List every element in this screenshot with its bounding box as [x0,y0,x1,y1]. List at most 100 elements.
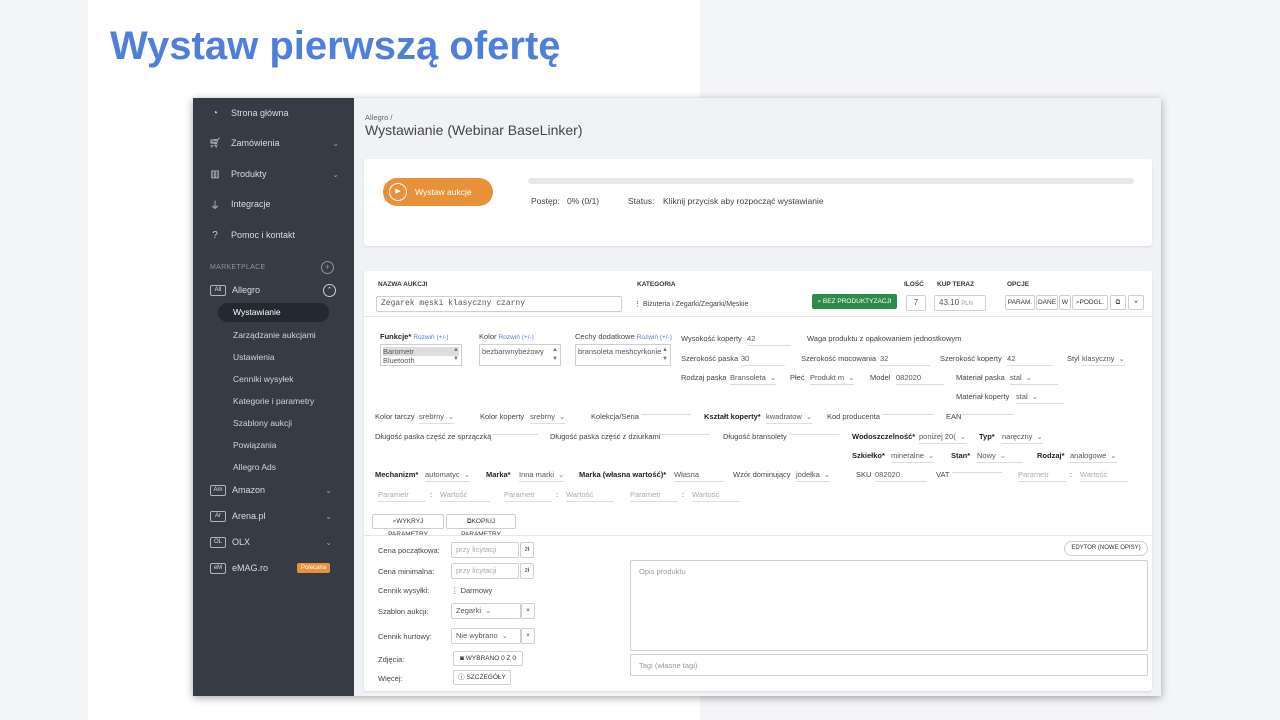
subitem-kategorie[interactable]: Kategorie i parametry [233,396,314,406]
add-marketplace-icon[interactable]: + [321,261,334,274]
kolor-expand-link[interactable]: Rozwiń (+/-) [499,334,534,341]
hurtowy-select[interactable]: Nie wybrano [451,628,521,644]
listbox-option[interactable]: bransoleta mesh [578,347,633,356]
listbox-option[interactable]: cyrkonie [633,347,661,356]
szkielko-select[interactable]: mineralne [891,451,935,463]
detect-params-button[interactable]: ⌕WYKRYJ PARAMETRY [372,514,444,538]
preview-button[interactable]: ⌕PODGL. [1072,295,1108,310]
custom-param-name[interactable]: Parametr [1018,470,1066,482]
remove-listing-button[interactable]: × [1128,295,1144,310]
cena-poczatkowa-input[interactable]: przy licytacji [451,542,519,558]
subitem-wystawianie[interactable]: Wystawianie [218,303,329,322]
scroll-arrows-icon[interactable]: ▲ ▼ [662,346,668,364]
szer-mocowania-input[interactable]: 32 [880,354,930,366]
wys-koperty-input[interactable]: 42 [747,334,791,346]
listbox-option[interactable]: beżowy [518,347,543,356]
sidebar-item-allegro[interactable]: All Allegro ⌃ [210,281,336,299]
kod-producenta-input[interactable] [882,412,934,415]
param-button[interactable]: PARAM. [1005,295,1035,310]
mechanizm-select[interactable]: automatyc [425,470,470,482]
price-input[interactable]: 43.10 PLN [934,295,986,311]
ksztalt-select[interactable]: kwadratow [766,412,813,424]
kolor-tarczy-select[interactable]: srebrny [419,412,455,424]
listbox-option[interactable]: bezbarwny [482,347,518,356]
photos-button[interactable]: ◙ WYBRANO 0 Z 0 [453,651,523,666]
wzor-select[interactable]: jodełka [796,470,831,482]
clear-icon[interactable]: × [521,603,535,619]
tags-input[interactable]: Tagi (własne tagi) [630,654,1148,676]
dane-button[interactable]: DANE [1036,295,1058,310]
sidebar-item-help[interactable]: ? Pomoc i kontakt [207,226,339,244]
sidebar-item-emag[interactable]: eM eMAG.ro Polecana ⌄ [210,559,332,577]
subitem-powiazania[interactable]: Powiązania [233,440,276,450]
custom-param-value[interactable]: Wartość [440,490,490,502]
model-input[interactable]: 082020 [896,373,944,385]
kolor-koperty-select[interactable]: srebrny [530,412,566,424]
rodzaj-paska-select[interactable]: Bransoleta [730,373,777,385]
styl-select[interactable]: klasyczny [1082,354,1125,366]
details-button[interactable]: ⓘ SZCZEGÓŁY [453,670,511,685]
szer-koperty-input[interactable]: 42 [1007,354,1053,366]
stan-select[interactable]: Nowy [977,451,1023,463]
subitem-ads[interactable]: Allegro Ads [233,462,276,472]
rodzaj-select[interactable]: analogowe [1070,451,1117,463]
sku-input[interactable]: 082020 [875,470,927,482]
dl-dziurki-input[interactable] [660,432,710,435]
sidebar-item-olx[interactable]: OL OLX ⌄ [210,533,332,551]
subitem-zarzadzanie[interactable]: Zarządzanie aukcjami [233,330,316,340]
custom-param-name[interactable]: Parametr [504,490,552,502]
clear-icon[interactable]: × [521,628,535,644]
quantity-input[interactable]: 7 [906,295,926,311]
custom-param-name[interactable]: Parametr [630,490,678,502]
subitem-szablony[interactable]: Szablony aukcji [233,418,292,428]
mat-koperty-select[interactable]: stal [1016,392,1064,404]
sidebar-item-integrations[interactable]: ⏚ Integracje [207,195,339,213]
listing-name-input[interactable]: Zegarek męski klasyczny czarny [376,296,622,312]
sidebar-item-orders[interactable]: 🛒︎ Zamówienia ⌄ [207,134,339,152]
funkcje-listbox[interactable]: Barometr Bluetooth ▲ ▼ [380,344,462,366]
cena-minimalna-input[interactable]: przy licytacji [451,563,519,579]
vat-input[interactable] [952,470,1002,473]
breadcrumb[interactable]: Allegro / [365,113,393,122]
subitem-cenniki[interactable]: Cenniki wysyłek [233,374,293,384]
cechy-expand-link[interactable]: Rozwiń (+/-) [637,334,672,341]
cechy-listbox[interactable]: bransoleta meshcyrkonie ▲ ▼ [575,344,671,366]
listbox-option[interactable]: Bluetooth [383,356,415,365]
subitem-ustawienia[interactable]: Ustawienia [233,352,275,362]
copy-params-button[interactable]: ⧉KOPIUJ PARAMETRY [446,514,516,538]
cennik-wysylki-value[interactable]: ⋮ Darmowy [451,586,492,595]
start-listing-button[interactable]: ▶ Wystaw aukcje [383,178,493,206]
editor-button[interactable]: EDYTOR (NOWE OPISY) [1064,541,1148,556]
scroll-arrows-icon[interactable]: ▲ ▼ [552,346,558,364]
funkcje-expand-link[interactable]: Rozwiń (+/-) [413,334,448,341]
kolor-listbox[interactable]: bezbarwnybeżowy ▲ ▼ [479,344,561,366]
custom-param-value[interactable]: Wartość [692,490,740,502]
szablon-select[interactable]: Zegarki [451,603,521,619]
mat-paska-select[interactable]: stal [1010,373,1058,385]
custom-param-name[interactable]: Parametr [378,490,426,502]
plec-select[interactable]: Produkt m [810,373,855,385]
marka-select[interactable]: Inna marki [519,470,565,482]
ean-input[interactable] [962,412,1014,415]
description-textarea[interactable]: Opis produktu [630,560,1148,651]
sidebar-item-dashboard[interactable]: ◔ Strona główna [207,104,339,122]
typ-select[interactable]: naręczny [1002,432,1043,444]
no-product-button[interactable]: ⌕ BEZ PRODUKTYZACJI [812,294,897,309]
w-button[interactable]: W [1059,295,1071,310]
custom-param-value[interactable]: Wartość [566,490,614,502]
copy-icon[interactable]: ⧉ [1110,295,1126,310]
scroll-arrows-icon[interactable]: ▲ ▼ [453,346,459,364]
custom-param-value[interactable]: Wartość [1080,470,1128,482]
dashboard-icon: ◔ [211,107,219,119]
marka-wlasna-input[interactable]: Własna [674,470,724,482]
dl-sprzaczka-input[interactable] [488,432,538,435]
szer-paska-input[interactable]: 30 [741,354,785,366]
wodo-select[interactable]: poniżej 20( [919,432,966,444]
dl-bransolety-input[interactable] [789,432,839,435]
category-value[interactable]: ⋮ Biżuteria i Zegarki/Zegarki/Męskie [634,300,748,308]
sidebar-item-products[interactable]: ▥ Produkty ⌄ [207,165,339,183]
kolekcja-input[interactable] [641,412,691,415]
listbox-option[interactable]: Barometr [383,347,459,356]
sidebar-item-arena[interactable]: Ar Arena.pl ⌄ [210,507,332,525]
sidebar-item-amazon[interactable]: Am Amazon ⌄ [210,481,332,499]
